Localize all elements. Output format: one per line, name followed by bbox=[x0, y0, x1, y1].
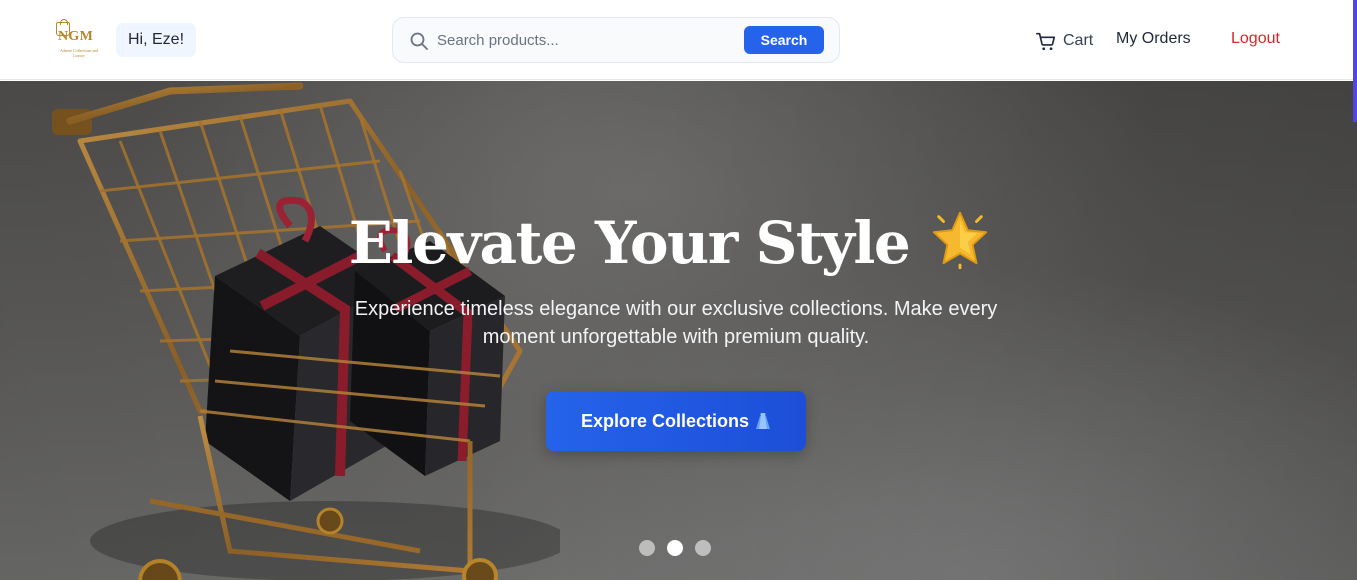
logo-mark: NGM bbox=[58, 29, 94, 44]
hero-carousel: Elevate Your Style Experience timeless e… bbox=[0, 81, 1357, 580]
cta-label: Explore Collections bbox=[580, 411, 750, 431]
star-icon bbox=[933, 211, 988, 269]
carousel-dot-2[interactable] bbox=[667, 540, 683, 556]
search-icon bbox=[410, 32, 428, 50]
hero-title: Elevate Your Style bbox=[330, 207, 1010, 279]
carousel-dot-1[interactable] bbox=[639, 540, 655, 556]
logout-link[interactable]: Logout bbox=[1231, 30, 1280, 48]
logo-tagline: Adaeze Collections and Luxury bbox=[60, 48, 98, 58]
cart-label: Cart bbox=[1063, 32, 1094, 49]
cart-icon bbox=[1036, 32, 1056, 51]
scrollbar[interactable] bbox=[1353, 0, 1357, 122]
search-button[interactable]: Search bbox=[744, 26, 824, 54]
search-input[interactable] bbox=[437, 28, 727, 52]
search-bar: Search bbox=[392, 17, 840, 63]
dress-icon bbox=[756, 413, 771, 429]
hero-subtitle: Experience timeless elegance with our ex… bbox=[354, 298, 998, 348]
top-navbar: NGM Adaeze Collections and Luxury Hi, Ez… bbox=[0, 0, 1357, 80]
explore-collections-button[interactable]: Explore Collections bbox=[546, 391, 806, 451]
nav-cart-link[interactable]: Cart bbox=[1035, 28, 1093, 54]
carousel-indicators bbox=[639, 540, 711, 556]
carousel-dot-3[interactable] bbox=[695, 540, 711, 556]
user-greeting: Hi, Eze! bbox=[116, 23, 197, 57]
nav-my-orders-link[interactable]: My Orders bbox=[1116, 30, 1191, 48]
brand-logo[interactable]: NGM Adaeze Collections and Luxury bbox=[52, 19, 102, 62]
hero-title-text: Elevate Your Style bbox=[348, 209, 911, 277]
